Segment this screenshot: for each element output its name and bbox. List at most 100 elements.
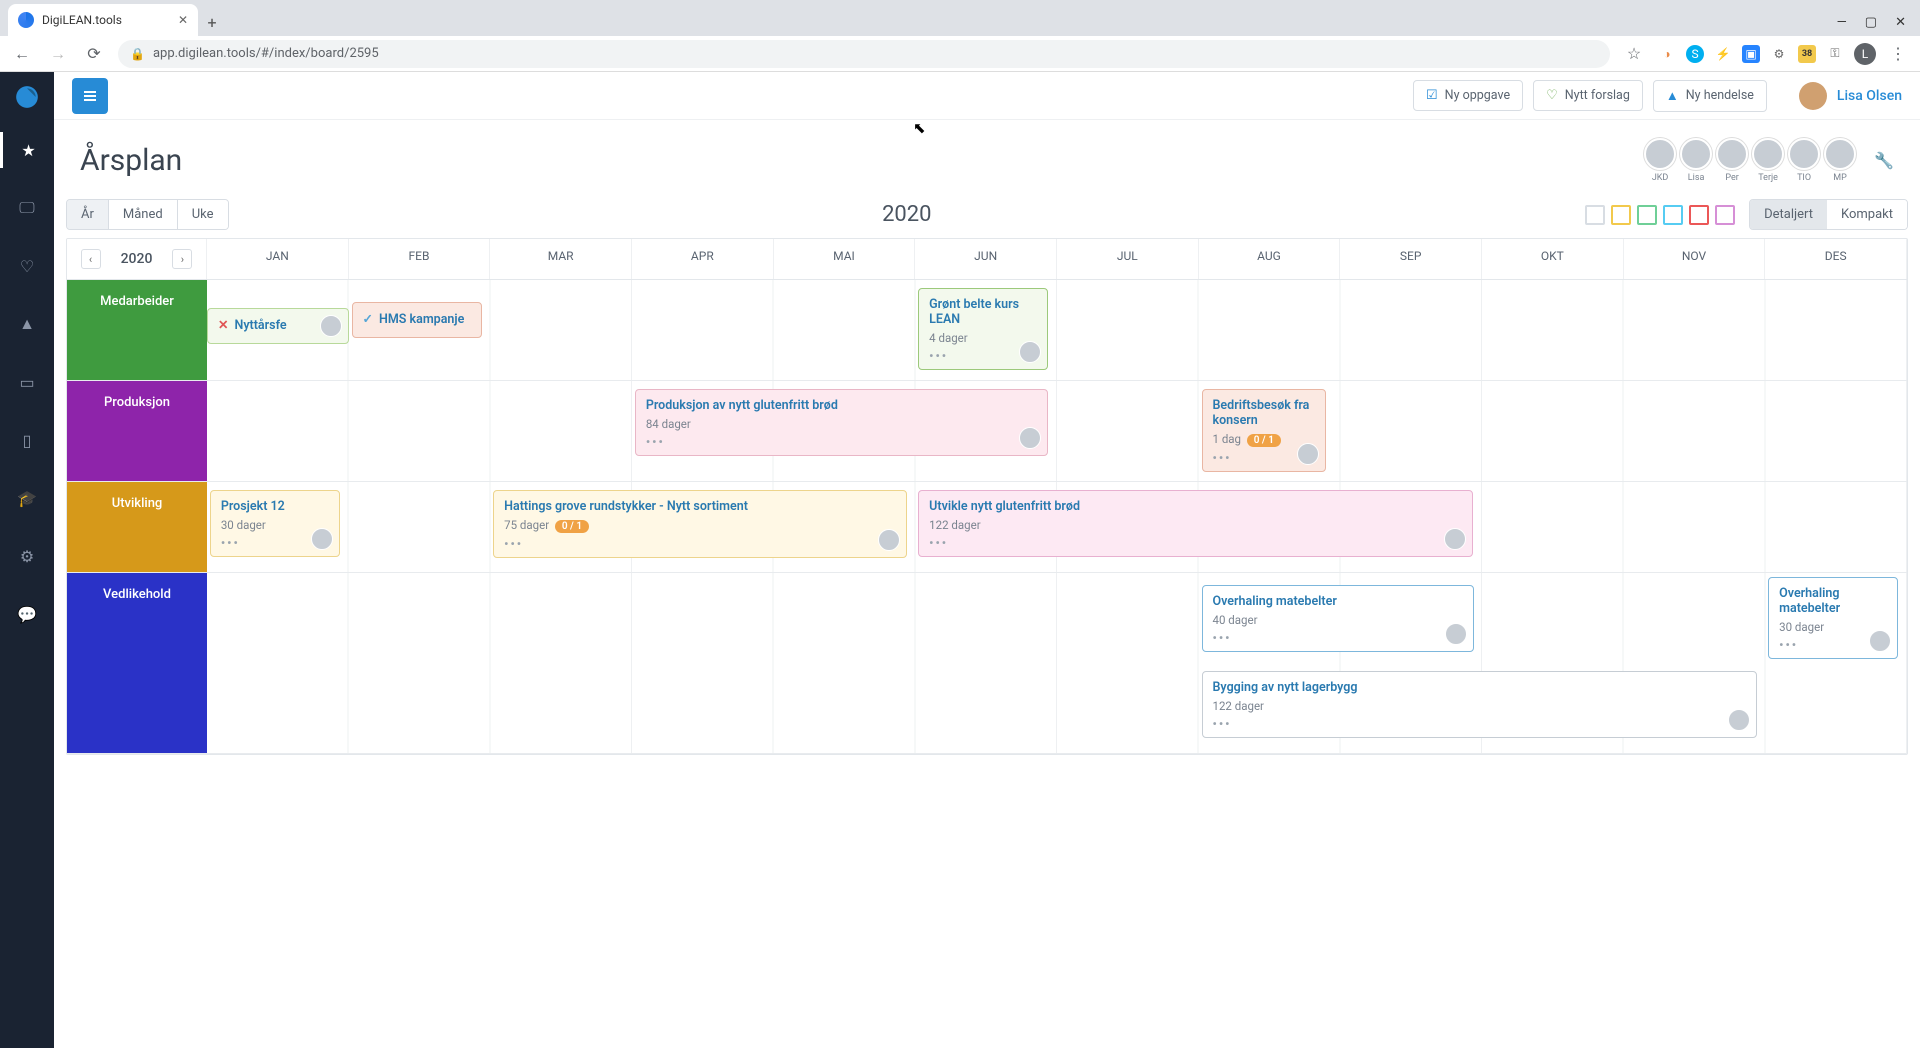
browser-tab[interactable]: DigiLEAN.tools ✕ bbox=[8, 4, 198, 36]
view-option[interactable]: År bbox=[67, 200, 109, 229]
sidebar: ★ 🖵 ♡ ▲ ▭ ▯ 🎓 ⚙ 💬 bbox=[0, 72, 54, 1048]
sidebar-item-chat[interactable]: 💬 bbox=[0, 596, 54, 632]
settings-wrench-icon[interactable]: 🔧 bbox=[1874, 151, 1894, 170]
sidebar-item-learn[interactable]: 🎓 bbox=[0, 480, 54, 516]
task-card[interactable]: Produksjon av nytt glutenfritt brød84 da… bbox=[635, 389, 1049, 456]
ext-icon-cal[interactable]: 38 bbox=[1798, 45, 1816, 63]
view-option[interactable]: Måned bbox=[109, 200, 178, 229]
task-card[interactable]: Bedriftsbesøk fra konsern1 dag 0 / 1••• bbox=[1202, 389, 1327, 472]
more-dots-icon[interactable]: ••• bbox=[646, 435, 1038, 449]
calendar-icon: ▭ bbox=[19, 373, 34, 392]
hamburger-button[interactable] bbox=[72, 78, 108, 114]
url-input[interactable]: 🔒 app.digilean.tools/#/index/board/2595 bbox=[118, 40, 1610, 68]
topbar: ☑ Ny oppgave ♡ Nytt forslag ▲ Ny hendels… bbox=[54, 72, 1920, 120]
row-body: Produksjon av nytt glutenfritt brød84 da… bbox=[207, 381, 1907, 481]
member[interactable]: Terje bbox=[1752, 138, 1784, 183]
ext-icon-gear[interactable]: ⚙ bbox=[1770, 45, 1788, 63]
task-card[interactable]: Hattings grove rundstykker - Nytt sortim… bbox=[493, 490, 907, 558]
progress-badge: 0 / 1 bbox=[1247, 434, 1281, 447]
close-window-icon[interactable]: ✕ bbox=[1895, 15, 1906, 30]
month-header: AUG bbox=[1199, 239, 1341, 279]
card-title: ✓HMS kampanje bbox=[363, 311, 471, 327]
view-option[interactable]: Uke bbox=[178, 200, 228, 229]
avatar-icon bbox=[1752, 138, 1784, 170]
user-chip[interactable]: Lisa Olsen bbox=[1799, 82, 1902, 110]
color-chip[interactable] bbox=[1585, 205, 1605, 225]
prev-year-button[interactable]: ‹ bbox=[81, 249, 101, 269]
card-title: Overhaling matebelter bbox=[1779, 586, 1887, 616]
more-dots-icon[interactable]: ••• bbox=[929, 536, 1462, 550]
color-chip[interactable] bbox=[1637, 205, 1657, 225]
lock-icon: 🔒 bbox=[130, 47, 145, 61]
page-header: Årsplan JKDLisaPerTerjeTIOMP 🔧 bbox=[54, 120, 1920, 191]
user-avatar-icon bbox=[1799, 82, 1827, 110]
lightbulb-icon: ♡ bbox=[20, 257, 34, 276]
color-chip[interactable] bbox=[1611, 205, 1631, 225]
member[interactable]: TIO bbox=[1788, 138, 1820, 183]
task-card[interactable]: Utvikle nytt glutenfritt brød122 dager••… bbox=[918, 490, 1473, 557]
close-tab-icon[interactable]: ✕ bbox=[178, 13, 188, 27]
sidebar-item-settings[interactable]: ⚙ bbox=[0, 538, 54, 574]
row-label: Vedlikehold bbox=[67, 573, 207, 753]
ext-icon-key[interactable]: ⚿ bbox=[1826, 45, 1844, 63]
new-suggestion-button[interactable]: ♡ Nytt forslag bbox=[1533, 80, 1643, 111]
next-year-button[interactable]: › bbox=[172, 249, 192, 269]
task-card[interactable]: Overhaling matebelter30 dager••• bbox=[1768, 577, 1898, 659]
new-event-button[interactable]: ▲ Ny hendelse bbox=[1653, 80, 1767, 112]
new-tab-button[interactable]: + bbox=[198, 8, 226, 36]
minimize-icon[interactable]: — bbox=[1837, 15, 1847, 30]
density-option[interactable]: Detaljert bbox=[1750, 200, 1827, 229]
color-chip[interactable] bbox=[1663, 205, 1683, 225]
sidebar-item-monitor[interactable]: 🖵 bbox=[0, 190, 54, 226]
color-chip[interactable] bbox=[1689, 205, 1709, 225]
card-avatar-icon bbox=[1297, 443, 1319, 465]
new-task-button[interactable]: ☑ Ny oppgave bbox=[1413, 80, 1523, 111]
density-option[interactable]: Kompakt bbox=[1827, 200, 1907, 229]
member[interactable]: Per bbox=[1716, 138, 1748, 183]
avatar-icon bbox=[1644, 138, 1676, 170]
member[interactable]: MP bbox=[1824, 138, 1856, 183]
sidebar-item-warning[interactable]: ▲ bbox=[0, 306, 54, 342]
task-card[interactable]: ✕Nyttårsfe bbox=[207, 308, 349, 344]
color-filter bbox=[1585, 205, 1735, 225]
task-card[interactable]: Overhaling matebelter40 dager••• bbox=[1202, 585, 1474, 652]
task-card[interactable]: Bygging av nytt lagerbygg122 dager••• bbox=[1202, 671, 1757, 738]
app-logo-icon bbox=[14, 84, 40, 110]
month-header: NOV bbox=[1624, 239, 1766, 279]
menu-icon[interactable]: ⋮ bbox=[1886, 44, 1910, 63]
graduation-icon: 🎓 bbox=[17, 489, 37, 508]
sidebar-item-star[interactable]: ★ bbox=[0, 132, 54, 168]
ext-icon-1[interactable]: ◑ bbox=[1658, 45, 1676, 63]
card-avatar-icon bbox=[1869, 630, 1891, 652]
avatar-icon bbox=[1680, 138, 1712, 170]
back-button[interactable]: ← bbox=[10, 44, 34, 64]
member-name: Lisa bbox=[1688, 173, 1705, 183]
forward-button[interactable]: → bbox=[46, 44, 70, 64]
sidebar-item-idea[interactable]: ♡ bbox=[0, 248, 54, 284]
color-chip[interactable] bbox=[1715, 205, 1735, 225]
more-dots-icon[interactable]: ••• bbox=[1213, 631, 1463, 645]
profile-icon[interactable]: L bbox=[1854, 43, 1876, 65]
ext-icon-video[interactable]: ▣ bbox=[1742, 45, 1760, 63]
card-avatar-icon bbox=[1445, 623, 1467, 645]
star-icon: ★ bbox=[21, 141, 35, 160]
sidebar-item-doc[interactable]: ▯ bbox=[0, 422, 54, 458]
sidebar-item-calendar[interactable]: ▭ bbox=[0, 364, 54, 400]
more-dots-icon[interactable]: ••• bbox=[1213, 717, 1746, 731]
row-body: ✕Nyttårsfe ✓HMS kampanje Grønt belte kurs … bbox=[207, 280, 1907, 380]
maximize-icon[interactable]: ▢ bbox=[1865, 15, 1877, 30]
month-header: FEB bbox=[349, 239, 491, 279]
more-dots-icon[interactable]: ••• bbox=[504, 537, 896, 551]
member[interactable]: JKD bbox=[1644, 138, 1676, 183]
task-card[interactable]: ✓HMS kampanje bbox=[352, 302, 482, 338]
star-icon[interactable]: ☆ bbox=[1622, 44, 1646, 63]
card-title: Produksjon av nytt glutenfritt brød bbox=[646, 398, 1038, 413]
status-icon: ✕ bbox=[218, 317, 228, 333]
reload-button[interactable]: ⟳ bbox=[82, 44, 106, 63]
task-card[interactable]: Grønt belte kurs LEAN4 dager••• bbox=[918, 288, 1048, 370]
card-meta: 4 dager bbox=[929, 331, 1037, 345]
task-card[interactable]: Prosjekt 1230 dager••• bbox=[210, 490, 340, 557]
ext-icon-bolt[interactable]: ⚡ bbox=[1714, 45, 1732, 63]
ext-icon-skype[interactable]: S bbox=[1686, 45, 1704, 63]
member[interactable]: Lisa bbox=[1680, 138, 1712, 183]
